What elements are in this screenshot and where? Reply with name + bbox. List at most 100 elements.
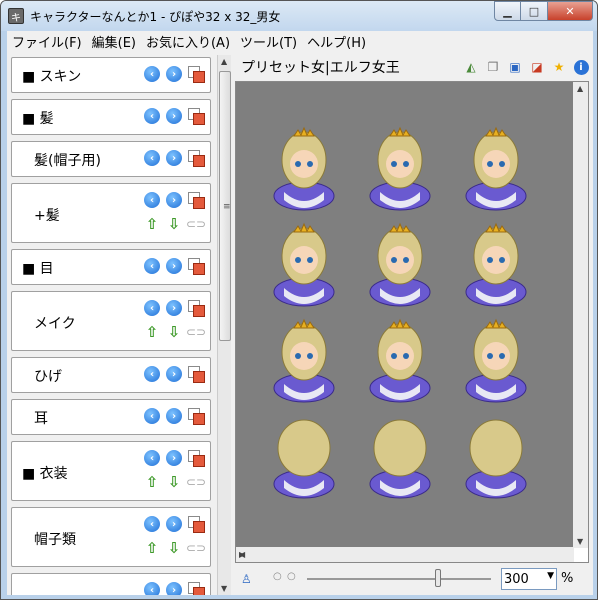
down-arrow-icon[interactable]: ⇩	[166, 539, 182, 557]
app-icon: キ	[8, 8, 24, 24]
layers-icon[interactable]: ◪	[529, 59, 545, 75]
scroll-down-icon[interactable]: ▼	[221, 584, 227, 593]
preview-canvas[interactable]	[236, 82, 574, 548]
zoom-bar: ♙ ○ ○ 300 ▼ %	[235, 565, 589, 593]
next-icon[interactable]: ›	[166, 366, 182, 382]
preview-canvas-frame: ▲ ▼ ◀ ▶	[235, 81, 589, 563]
grip-icon: ≡	[223, 202, 231, 212]
copy-layer-icon[interactable]	[188, 258, 205, 275]
chevron-down-icon[interactable]: ▼	[547, 571, 554, 581]
menu-favorites[interactable]: お気に入り(A)	[141, 32, 235, 51]
canvas-horizontal-scrollbar[interactable]: ◀ ▶	[236, 547, 574, 562]
menu-help[interactable]: ヘルプ(H)	[302, 32, 371, 51]
menu-edit[interactable]: 編集(E)	[87, 32, 141, 51]
link-icon[interactable]: ⊂⊃	[186, 216, 206, 232]
next-icon[interactable]: ›	[166, 150, 182, 166]
next-icon[interactable]: ›	[166, 450, 182, 466]
part-label: 帽子類	[34, 532, 76, 548]
up-arrow-icon[interactable]: ⇧	[144, 473, 160, 491]
flip-icon[interactable]: ◭	[463, 59, 479, 75]
zoom-select[interactable]: 300 ▼	[501, 568, 557, 590]
copy-layer-icon[interactable]	[188, 450, 205, 467]
sprite-left-0	[266, 222, 342, 310]
zoom-unit: %	[561, 571, 574, 586]
down-arrow-icon[interactable]: ⇩	[166, 215, 182, 233]
previous-icon[interactable]: ‹	[144, 150, 160, 166]
part-label: ひげ	[34, 369, 62, 385]
zoom-slider-thumb[interactable]	[435, 569, 441, 587]
next-icon[interactable]: ›	[166, 408, 182, 424]
next-icon[interactable]: ›	[166, 516, 182, 532]
down-arrow-icon[interactable]: ⇩	[166, 323, 182, 341]
copy-layer-icon[interactable]	[188, 582, 205, 595]
canvas-scroll-right-icon[interactable]: ▶	[239, 550, 571, 559]
previous-icon[interactable]: ‹	[144, 192, 160, 208]
next-icon[interactable]: ›	[166, 192, 182, 208]
copy-layer-icon[interactable]	[188, 408, 205, 425]
next-icon[interactable]: ›	[166, 258, 182, 274]
next-icon[interactable]: ›	[166, 300, 182, 316]
up-arrow-icon[interactable]: ⇧	[144, 215, 160, 233]
info-icon[interactable]: i	[573, 59, 589, 75]
sprite-left-2	[458, 222, 534, 310]
previous-icon[interactable]: ‹	[144, 66, 160, 82]
maximize-button[interactable]: □	[521, 1, 548, 21]
copy-layer-icon[interactable]	[188, 516, 205, 533]
window-controls: ▁ □ ✕	[494, 1, 593, 21]
part-label: ■ 目	[22, 261, 54, 277]
save-icon[interactable]: ▣	[507, 59, 523, 75]
sprite-right-0	[266, 318, 342, 406]
zoom-value: 300	[504, 571, 529, 587]
copy-icon[interactable]: ❐	[485, 59, 501, 75]
zoom-min-icon[interactable]: ○	[273, 571, 282, 582]
copy-layer-icon[interactable]	[188, 192, 205, 209]
menu-tools[interactable]: ツール(T)	[235, 32, 302, 51]
link-icon[interactable]: ⊂⊃	[186, 540, 206, 556]
parts-scrollbar[interactable]: ▲ ≡ ▼	[217, 55, 231, 595]
sprite-back-2	[458, 414, 534, 502]
sprite-back-0	[266, 414, 342, 502]
person-icon[interactable]: ♙	[241, 572, 252, 586]
favorite-star-icon[interactable]: ★	[551, 59, 567, 75]
part-label: メイク	[34, 316, 76, 332]
canvas-vertical-scrollbar[interactable]: ▲ ▼	[573, 82, 588, 548]
previous-icon[interactable]: ‹	[144, 408, 160, 424]
next-icon[interactable]: ›	[166, 582, 182, 595]
copy-layer-icon[interactable]	[188, 300, 205, 317]
previous-icon[interactable]: ‹	[144, 108, 160, 124]
link-icon[interactable]: ⊂⊃	[186, 324, 206, 340]
copy-layer-icon[interactable]	[188, 66, 205, 83]
canvas-scroll-down-icon[interactable]: ▼	[577, 537, 583, 546]
zoom-max-icon[interactable]: ○	[287, 571, 296, 582]
part-label: 耳	[34, 411, 48, 427]
close-button[interactable]: ✕	[548, 1, 593, 21]
down-arrow-icon[interactable]: ⇩	[166, 473, 182, 491]
sprite-front-1	[362, 126, 438, 214]
copy-layer-icon[interactable]	[188, 108, 205, 125]
part-label: ■ 衣装	[22, 466, 68, 482]
scroll-thumb[interactable]: ≡	[219, 71, 231, 341]
title-bar[interactable]: キ キャラクターなんとか1 - ぴぽや32 x 32_男女 ▁ □ ✕	[1, 1, 597, 31]
copy-layer-icon[interactable]	[188, 150, 205, 167]
parts-panel: ■ スキン ‹ › ■ 髪 ‹ › 髪(帽子用) ‹ › +髪 ‹ › ⇧ ⇩ ⊂⊃ ■ 目 ‹ › メイク ‹ › ⇧ ⇩…	[11, 55, 215, 595]
minimize-button[interactable]: ▁	[494, 1, 521, 21]
previous-icon[interactable]: ‹	[144, 366, 160, 382]
previous-icon[interactable]: ‹	[144, 516, 160, 532]
up-arrow-icon[interactable]: ⇧	[144, 323, 160, 341]
part-panel-6: ひげ ‹ ›	[11, 357, 211, 393]
up-arrow-icon[interactable]: ⇧	[144, 539, 160, 557]
canvas-scroll-up-icon[interactable]: ▲	[577, 84, 583, 93]
previous-icon[interactable]: ‹	[144, 450, 160, 466]
copy-layer-icon[interactable]	[188, 366, 205, 383]
next-icon[interactable]: ›	[166, 108, 182, 124]
menu-file[interactable]: ファイル(F)	[7, 32, 87, 51]
zoom-slider-track[interactable]	[307, 578, 491, 580]
next-icon[interactable]: ›	[166, 66, 182, 82]
previous-icon[interactable]: ‹	[144, 300, 160, 316]
previous-icon[interactable]: ‹	[144, 258, 160, 274]
link-icon[interactable]: ⊂⊃	[186, 474, 206, 490]
part-panel-2: 髪(帽子用) ‹ ›	[11, 141, 211, 177]
previous-icon[interactable]: ‹	[144, 582, 160, 595]
scroll-up-icon[interactable]: ▲	[221, 57, 227, 66]
part-panel-7: 耳 ‹ ›	[11, 399, 211, 435]
